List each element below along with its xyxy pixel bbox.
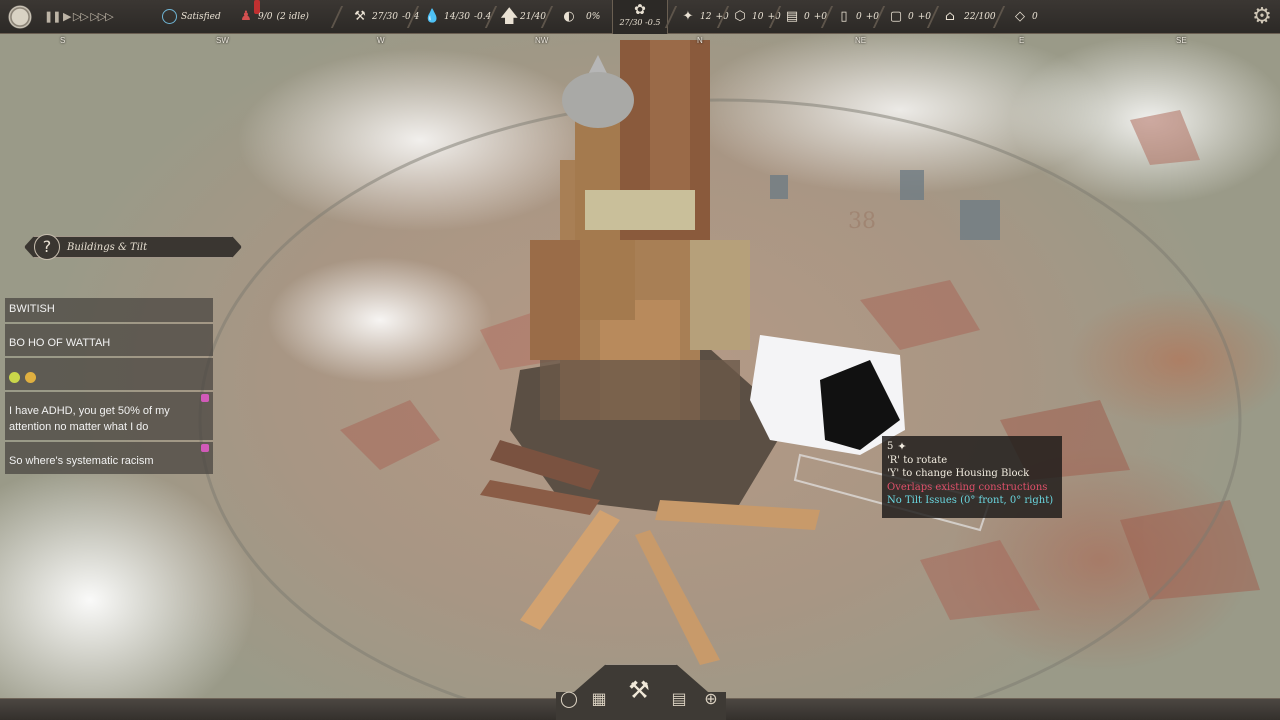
camera-icon[interactable]: ◯ [558,688,580,710]
chat-username [9,361,209,369]
chat-message: BWITISH [5,298,213,322]
resource-panel[interactable]: ▯ 0 +0 [836,9,879,25]
build-hammer-icon[interactable]: ⚒ [622,672,656,708]
storage-icon: ⌂ [945,9,955,24]
map-icon[interactable]: ▤ [668,688,690,710]
resource-value: 21/40 [520,12,546,22]
stone-icon: ✦ [897,440,907,453]
resource-value: 10 [752,12,764,22]
pickaxe-icon: ⚒ [354,9,366,24]
compass-s: S [60,36,66,45]
gauge-icon: ◐ [563,9,575,24]
stack-icon: ▤ [785,9,799,24]
tilt-status: No Tilt Issues (0° front, 0° right) [887,495,1054,506]
chat-text: BO HO OF WATTAH [9,337,111,349]
chat-message: BO HO OF WATTAH [5,324,213,356]
emote-icon [9,371,20,383]
resource-value: 0 [804,12,810,22]
resource-frame[interactable]: ▢ 0 +0 [888,9,931,25]
resource-value: 0 [1032,12,1038,22]
speed-controls[interactable]: ❚❚ ▶ ▷▷ ▷▷▷ [44,10,114,23]
approval-indicator[interactable]: Satisfied [162,9,221,24]
population-idle: (2 idle) [276,12,309,22]
resource-stack[interactable]: ▤ 0 +0 [784,9,827,25]
chat-text: So where's systematic racism [9,455,154,467]
warning-overlap: Overlaps existing constructions [887,481,1048,493]
approval-label: Satisfied [181,11,221,22]
resource-value: 0% [586,12,601,22]
chat-username [9,327,209,335]
chat-message: So where's systematic racism [5,442,213,474]
compass-e: E [1019,36,1025,45]
compass-ne: NE [855,36,867,45]
compass-n: N [697,36,703,45]
resource-top-bar: ❚❚ ▶ ▷▷ ▷▷▷ Satisfied ♟ 9/0 (2 idle) ⚒ 2… [0,0,1280,34]
resource-value: 12 [700,12,712,22]
cog-cluster-icon: ✿ [634,2,646,18]
population-value: 9/0 [258,12,273,22]
person-icon: ♟ [240,9,252,24]
center-value: 27/30 [619,18,643,27]
compass-se: SE [1176,36,1187,45]
stream-chat-overlay: BWITISH BO HO OF WATTAH I have ADHD, you… [5,298,213,476]
fastest-icon[interactable]: ▷▷▷ [90,10,113,23]
resource-altitude[interactable]: 🡅 21/40 [500,6,546,27]
population-indicator[interactable]: ♟ 9/0 (2 idle) [238,9,309,25]
build-cost: 5 ✦ [887,440,1057,454]
center-rate: -0.5 [645,18,661,27]
chat-text: I have ADHD, you get 50% of my attention… [9,405,170,433]
badge-icon [201,394,209,402]
day-cycle-sun-icon[interactable] [6,3,34,31]
compass-strip: S SW W NW N NE E SE [0,36,1280,48]
target-icon[interactable]: ⊕ [700,688,722,710]
hint-rotate: 'R' to rotate [887,454,948,466]
resource-value: 27/30 [372,12,398,22]
compass-sw: SW [216,36,229,45]
district-ring [198,98,1242,720]
placement-tooltip: 5 ✦ 'R' to rotate 'Y' to change Housing … [882,436,1062,518]
cost-value: 5 [887,441,894,452]
resource-gems[interactable]: ◇ 0 [1012,9,1038,25]
block-icon: ⬡ [734,9,746,24]
help-question-icon[interactable]: ? [34,234,60,260]
diamond-icon: ◇ [1015,9,1025,24]
badge-icon [201,444,209,452]
stone-icon: ✦ [682,9,694,24]
resource-value: 14/30 [444,12,470,22]
center-resource-badge[interactable]: ✿ 27/30 -0.5 [612,0,668,34]
ground-tiles [340,110,1260,620]
play-icon[interactable]: ▶ [63,10,72,23]
book-icon[interactable]: ▦ [588,688,610,710]
settings-gear-icon[interactable]: ⚙ [1250,5,1274,29]
fast-icon[interactable]: ▷▷ [73,10,89,23]
chat-username [9,395,209,403]
panel-icon: ▯ [840,9,848,24]
frame-icon: ▢ [889,9,903,24]
resource-gauge[interactable]: ◐ 0% [556,9,600,25]
chat-emotes [9,369,209,385]
resource-value: 0 [856,12,862,22]
chat-text: BWITISH [9,303,55,315]
center-resource-text: 27/30 -0.5 [619,18,660,27]
hint-change-block: 'Y' to change Housing Block [887,468,1030,479]
compass-w: W [377,36,385,45]
up-arrow-icon: 🡅 [500,6,519,27]
chat-message [5,358,213,390]
airship-tower[interactable] [480,40,820,665]
chat-message: I have ADHD, you get 50% of my attention… [5,392,213,440]
pause-icon[interactable]: ❚❚ [44,10,61,23]
water-drop-icon: 💧 [424,9,441,24]
distant-buildings: 38 [770,170,1000,240]
chat-username [9,445,209,453]
resource-value: 22/100 [964,12,996,22]
objective-label: Buildings & Tilt [67,241,148,253]
compass-nw: NW [535,36,549,45]
smiley-icon [162,9,177,24]
svg-text:38: 38 [848,209,876,234]
resource-value: 0 [908,12,914,22]
resource-water[interactable]: 💧 14/30 -0.4 [424,9,491,25]
resource-storage[interactable]: ⌂ 22/100 [940,9,996,25]
emote-icon [25,371,37,383]
